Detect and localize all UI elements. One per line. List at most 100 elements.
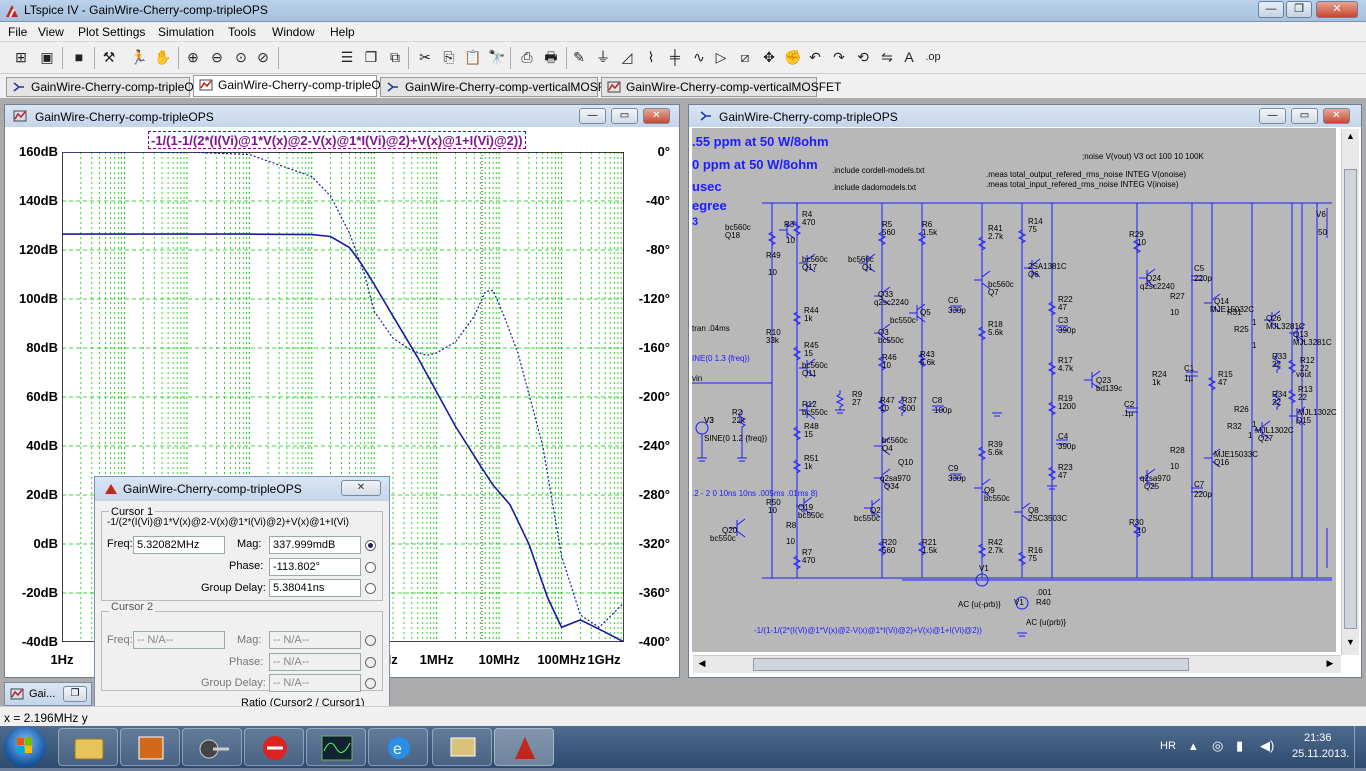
diode-icon[interactable]: ▷ xyxy=(712,48,730,66)
component-label[interactable]: 100p xyxy=(934,406,952,415)
cursor1-phase-field[interactable]: -113.802° xyxy=(269,558,361,576)
cursor1-phase-radio[interactable] xyxy=(365,562,376,573)
resistor-symbol[interactable] xyxy=(1047,298,1057,318)
spice-directive[interactable]: .meas total_input_refered_rms_noise INTE… xyxy=(986,180,1179,189)
spice-directive[interactable]: .include cordell-models.txt xyxy=(832,166,924,175)
plot-close-button[interactable]: ✕ xyxy=(643,108,670,124)
language-indicator[interactable]: HR xyxy=(1160,740,1176,752)
component-label[interactable]: 10 xyxy=(882,361,891,370)
component-label[interactable]: C6 xyxy=(948,296,958,305)
component-label[interactable]: 27 xyxy=(852,398,861,407)
resistor-symbol[interactable] xyxy=(1287,386,1297,406)
clock-date[interactable]: 25.11.2013. xyxy=(1292,748,1349,760)
explorer-icon[interactable] xyxy=(58,728,118,766)
scroll-left-icon[interactable]: ◀ xyxy=(695,658,709,671)
tile-horizontal-icon[interactable]: ☰ xyxy=(338,48,356,66)
spice-directive-icon[interactable]: .op xyxy=(924,48,942,66)
component-label[interactable]: 1k xyxy=(1152,378,1160,387)
resistor-symbol[interactable] xyxy=(977,233,987,253)
component-label[interactable]: C4 xyxy=(1058,432,1068,441)
rotate-icon[interactable]: ⟲ xyxy=(854,48,872,66)
run-icon[interactable]: 🏃 xyxy=(130,48,148,66)
schematic-close-button[interactable]: ✕ xyxy=(1323,108,1350,124)
component-label[interactable]: 5.6k xyxy=(988,328,1003,337)
scrollbar-thumb[interactable] xyxy=(753,658,1189,671)
clock-time[interactable]: 21:36 xyxy=(1304,732,1332,744)
component-label[interactable]: 1.5k xyxy=(922,546,937,555)
close-button[interactable]: ✕ xyxy=(1316,1,1358,18)
resistor-symbol[interactable] xyxy=(1047,398,1057,418)
valve-icon[interactable] xyxy=(182,728,242,766)
tray-power-icon[interactable]: ▮ xyxy=(1236,738,1243,754)
component-label[interactable]: .1µ xyxy=(1122,409,1133,418)
minimize-button[interactable]: — xyxy=(1258,1,1284,18)
component-label[interactable]: R26 xyxy=(1234,405,1249,414)
component-label[interactable]: C2 xyxy=(1124,400,1134,409)
component-label[interactable]: Q5 xyxy=(920,308,931,317)
component-label[interactable]: MJL3281C xyxy=(1293,338,1332,347)
undo-icon[interactable]: ↶ xyxy=(806,48,824,66)
component-label[interactable]: 470 xyxy=(802,556,815,565)
component-label[interactable]: V1 xyxy=(979,564,989,573)
zoom-out-icon[interactable]: ⊖ xyxy=(208,48,226,66)
component-label[interactable]: bc550c xyxy=(984,494,1010,503)
component-label[interactable]: R31 xyxy=(1227,308,1242,317)
component-label[interactable]: C5 xyxy=(1194,264,1204,273)
component-label[interactable]: 1 xyxy=(1252,341,1256,350)
component-label[interactable]: MJL1302C xyxy=(1298,408,1337,417)
component-label[interactable]: 22 xyxy=(1298,393,1307,402)
cursor1-freq-field[interactable]: 5.32082MHz xyxy=(133,536,225,554)
save-icon[interactable]: ■ xyxy=(70,48,88,66)
zoom-cancel-icon[interactable]: ⊘ xyxy=(254,48,272,66)
plot-window-titlebar[interactable]: GainWire-Cherry-comp-tripleOPS xyxy=(5,105,679,127)
component-label[interactable]: R27 xyxy=(1170,292,1185,301)
component-label[interactable]: 10 xyxy=(1170,462,1179,471)
paste-icon[interactable]: 📋 xyxy=(464,48,482,66)
component-label[interactable]: .001 xyxy=(1036,588,1052,597)
print-setup-icon[interactable]: ⎙ xyxy=(518,48,536,66)
plot-maximize-button[interactable]: ▭ xyxy=(611,108,638,124)
component-label[interactable]: 600 xyxy=(902,404,915,413)
component-label[interactable]: 22 xyxy=(1272,360,1281,369)
component-label[interactable]: Q17 xyxy=(802,263,817,272)
schematic-vertical-scrollbar[interactable]: ▲ ▼ xyxy=(1341,129,1359,655)
component-label[interactable]: R40 xyxy=(1036,598,1051,607)
spice-directive[interactable]: .meas total_output_refered_rms_noise INT… xyxy=(986,170,1186,179)
tray-expand-icon[interactable]: ▴ xyxy=(1190,738,1197,754)
3d-box-icon[interactable] xyxy=(120,728,180,766)
start-orb-icon[interactable] xyxy=(4,726,46,768)
antivirus-icon[interactable] xyxy=(244,728,304,766)
component-label[interactable]: 1µ xyxy=(1184,374,1193,383)
component-icon[interactable]: ⧄ xyxy=(736,48,754,66)
component-label[interactable]: Q4 xyxy=(882,444,893,453)
source-label[interactable]: AC {u(prb)} xyxy=(1026,618,1066,627)
cut-icon[interactable]: ✂ xyxy=(416,48,434,66)
component-label[interactable]: 5.6k xyxy=(920,358,935,367)
resistor-symbol[interactable] xyxy=(767,228,777,248)
spice-directive[interactable]: .include dadomodels.txt xyxy=(832,183,916,192)
component-label[interactable]: vout xyxy=(1296,370,1311,379)
tray-network-icon[interactable]: ◎ xyxy=(1212,738,1223,754)
component-label[interactable]: 560 xyxy=(882,546,895,555)
component-label[interactable]: 15 xyxy=(804,430,813,439)
drag-icon[interactable]: ✊ xyxy=(784,48,802,66)
component-label[interactable]: 10 xyxy=(768,268,777,277)
tab-plot-tripleops[interactable]: GainWire-Cherry-comp-tripleOPS xyxy=(193,75,397,97)
component-label[interactable]: Q11 xyxy=(802,369,817,378)
component-label[interactable]: 22k xyxy=(732,416,745,425)
scroll-down-icon[interactable]: ▼ xyxy=(1344,637,1357,651)
component-label[interactable]: 560 xyxy=(882,228,895,237)
zoom-fit-icon[interactable]: ⊙ xyxy=(232,48,250,66)
scrollbar-thumb[interactable] xyxy=(1344,169,1357,629)
component-label[interactable]: C8 xyxy=(932,396,942,405)
component-label[interactable]: 10 xyxy=(1137,526,1146,535)
component-label[interactable]: Q15 xyxy=(1296,416,1311,425)
maximize-button[interactable]: ❐ xyxy=(1286,1,1312,18)
component-label[interactable]: 1 xyxy=(1248,431,1252,440)
component-label[interactable]: 1200 xyxy=(1058,402,1076,411)
ltspice-icon[interactable] xyxy=(494,728,554,766)
component-label[interactable]: Q25 xyxy=(1144,482,1159,491)
component-label[interactable]: V3 xyxy=(704,416,714,425)
component-label[interactable]: C9 xyxy=(948,464,958,473)
schematic-maximize-button[interactable]: ▭ xyxy=(1291,108,1318,124)
